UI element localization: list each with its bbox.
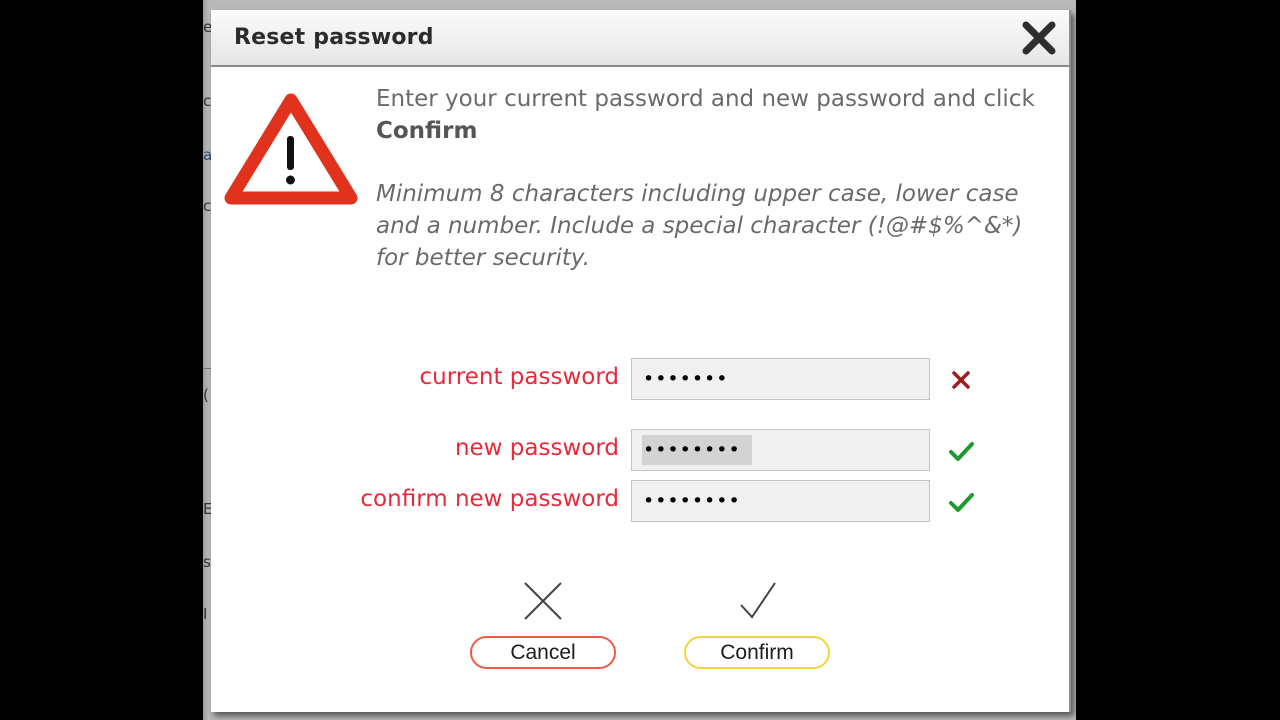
confirm-action: Confirm: [683, 579, 831, 669]
close-icon: [1022, 21, 1056, 55]
confirm-new-password-input[interactable]: [631, 480, 930, 522]
background-fragment: e: [203, 18, 211, 36]
field-row-confirm-new-password: confirm new password ••••••••: [211, 480, 1069, 524]
field-row-current-password: current password •••••••: [211, 358, 1069, 402]
new-password-input[interactable]: [631, 429, 930, 471]
reset-password-dialog: Reset password Enter your current passwo…: [211, 10, 1071, 712]
field-row-new-password: new password ••••••••: [211, 429, 1069, 473]
instruction-text-body: Enter your current password and new pass…: [376, 86, 1035, 112]
instruction-confirm-emphasis: Confirm: [376, 118, 478, 144]
cancel-action: Cancel: [469, 579, 617, 669]
instruction-text: Enter your current password and new pass…: [376, 83, 1056, 147]
background-fragment: (: [203, 386, 209, 404]
current-password-input[interactable]: [631, 358, 930, 400]
cancel-button[interactable]: Cancel: [470, 636, 616, 669]
confirm-new-password-label: confirm new password: [360, 486, 619, 512]
background-fragment: I: [203, 605, 208, 623]
check-icon[interactable]: [735, 579, 779, 623]
background-fragment: s: [203, 553, 211, 571]
dialog-titlebar: Reset password: [211, 10, 1069, 67]
background-fragment: c: [203, 92, 211, 110]
new-password-label: new password: [454, 435, 619, 461]
confirm-button[interactable]: Confirm: [684, 636, 830, 669]
warning-triangle-icon: [224, 93, 358, 205]
check-icon: [949, 442, 974, 461]
background-divider: [203, 368, 211, 369]
background-fragment: E: [203, 500, 211, 518]
check-icon: [949, 493, 974, 512]
x-icon[interactable]: [521, 579, 565, 623]
current-password-label: current password: [419, 364, 619, 390]
dialog-title: Reset password: [234, 25, 434, 50]
password-requirements-hint: Minimum 8 characters including upper cas…: [376, 181, 1023, 271]
background-fragment: c: [203, 197, 211, 215]
background-fragment: a: [203, 146, 211, 164]
cross-icon: [952, 371, 970, 389]
close-button[interactable]: [1021, 20, 1057, 56]
